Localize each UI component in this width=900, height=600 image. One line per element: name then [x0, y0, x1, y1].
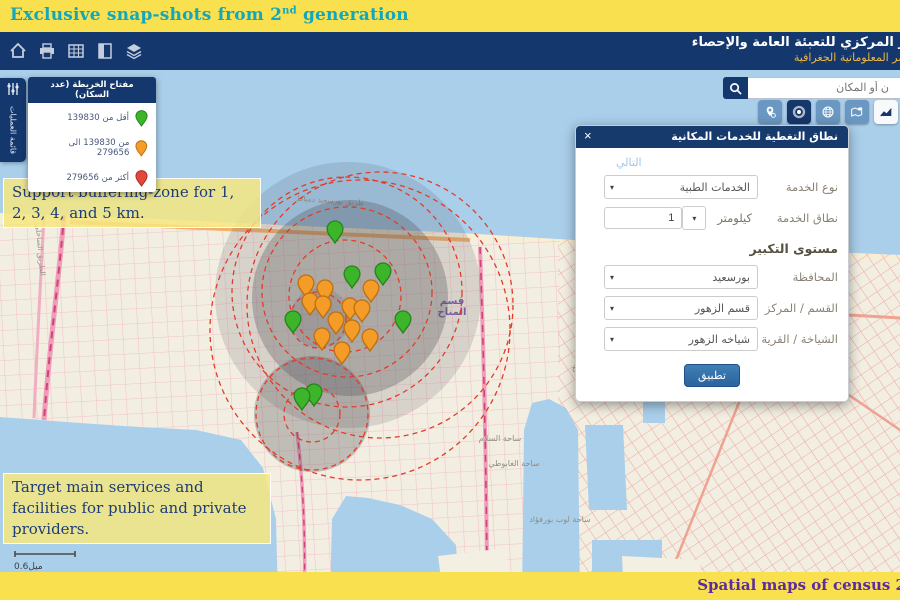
scale-line: [14, 550, 78, 558]
basemap-tool-button[interactable]: [845, 100, 869, 124]
chevron-down-icon: ▾: [692, 214, 696, 223]
zoom-section-title: مستوى التكبير: [586, 241, 838, 256]
target-annotation: Target main services and facilities for …: [3, 473, 271, 544]
service-range-label: نطاق الخدمة: [758, 211, 838, 225]
portal-name: بوابة مصر المعلوماتية الجغرافية: [692, 51, 900, 64]
home-icon[interactable]: [9, 42, 27, 60]
apply-button[interactable]: تطبيق: [684, 364, 740, 387]
svg-text:ساحة السلام: ساحة السلام: [479, 434, 522, 443]
legend-item-mid: من 139830 الى 279656: [28, 132, 156, 163]
footer-caption: Spatial maps of census 2: [697, 576, 900, 594]
service-type-label: نوع الخدمة: [758, 180, 838, 194]
map-legend: مفتاح الخريطة (عدد السكان) أقل من 139830…: [28, 77, 156, 192]
search-button[interactable]: [723, 77, 748, 99]
svg-text:ساحة لوب بورفؤاد: ساحة لوب بورفؤاد: [529, 515, 591, 524]
map-toolbar: [758, 100, 898, 124]
navbar: الجهاز المركزي للتعبئة العامة والإحصاء ب…: [0, 32, 900, 70]
side-tab-label: قائمة العمليات: [9, 102, 18, 158]
scale-bar: 0.6ميل: [14, 543, 78, 572]
district-row: القسم / المركز قسم الزهور ▾: [586, 296, 838, 320]
banner-title-sup: nd: [282, 5, 297, 16]
close-icon[interactable]: ×: [584, 128, 592, 144]
governorate-select[interactable]: بورسعيد ▾: [604, 265, 758, 289]
chevron-down-icon: ▾: [605, 304, 619, 313]
locator-icon: [762, 104, 778, 120]
scale-label: 0.6ميل: [14, 562, 78, 572]
range-value-input[interactable]: [604, 207, 682, 229]
dialog-body: التالي نوع الخدمة الخدمات الطبية ▾ نطاق …: [576, 148, 848, 401]
agency-titles: الجهاز المركزي للتعبئة العامة والإحصاء ب…: [692, 35, 900, 64]
locator-tool-button[interactable]: [758, 100, 782, 124]
governorate-label: المحافظة: [758, 270, 838, 284]
red-pin-icon: [135, 169, 148, 187]
print-icon[interactable]: [38, 42, 56, 60]
governorate-value: بورسعيد: [619, 271, 757, 284]
service-type-value: الخدمات الطبية: [619, 181, 757, 194]
next-link[interactable]: التالي: [586, 156, 838, 169]
table-icon[interactable]: [67, 42, 85, 60]
search-icon: [729, 82, 742, 95]
chart-tool-button[interactable]: [874, 100, 898, 124]
range-unit-select[interactable]: ▾: [682, 206, 706, 230]
dialog-title: نطاق التغطية للخدمات المكانية: [671, 130, 838, 143]
service-type-row: نوع الخدمة الخدمات الطبية ▾: [586, 175, 838, 199]
village-select[interactable]: شياخه الزهور ▾: [604, 327, 758, 351]
village-row: الشياخة / القرية شياخه الزهور ▾: [586, 327, 838, 351]
service-range-row: نطاق الخدمة كيلومتر ▾: [586, 206, 838, 230]
chevron-down-icon: ▾: [605, 273, 619, 282]
footer-strip: Spatial maps of census 2: [0, 572, 900, 600]
agency-name: الجهاز المركزي للتعبئة العامة والإحصاء: [692, 35, 900, 50]
legend-item-label: أقل من 139830: [67, 113, 129, 123]
chevron-down-icon: ▾: [605, 183, 619, 192]
district-value: قسم الزهور: [619, 302, 757, 315]
orange-pin-icon: [135, 139, 148, 157]
district-select[interactable]: قسم الزهور ▾: [604, 296, 758, 320]
range-unit-label: كيلومتر: [711, 211, 758, 225]
chart-icon: [878, 104, 894, 120]
search-input[interactable]: [748, 77, 900, 99]
green-pin-icon: [135, 109, 148, 127]
district-label: القسم / المركز: [758, 301, 838, 315]
route-map-icon: [849, 104, 865, 120]
service-type-select[interactable]: الخدمات الطبية ▾: [604, 175, 758, 199]
legend-item-low: أقل من 139830: [28, 103, 156, 132]
top-banner: Exclusive snap-shots from 2nd generation: [0, 0, 900, 32]
svg-text:ساحة الغابوطي: ساحة الغابوطي: [488, 459, 540, 468]
governorate-row: المحافظة بورسعيد ▾: [586, 265, 838, 289]
buffer-tool-button[interactable]: [787, 100, 811, 124]
globe-tool-button[interactable]: [816, 100, 840, 124]
village-label: الشياخة / القرية: [758, 332, 838, 346]
legend-item-label: أكثر من 279656: [66, 173, 129, 183]
banner-title: Exclusive snap-shots from 2nd generation: [0, 0, 900, 25]
legend-item-high: أكثر من 279656: [28, 163, 156, 192]
chevron-down-icon: ▾: [605, 335, 619, 344]
search-bar: [723, 77, 900, 99]
dialog-header: × نطاق التغطية للخدمات المكانية: [576, 126, 848, 148]
village-value: شياخه الزهور: [619, 333, 757, 346]
sliders-icon: [6, 82, 20, 96]
buffer-target-icon: [791, 104, 807, 120]
legend-item-label: من 139830 الى 279656: [36, 138, 129, 158]
layers-icon[interactable]: [125, 42, 143, 60]
legend-title: مفتاح الخريطة (عدد السكان): [28, 77, 156, 103]
coverage-dialog: × نطاق التغطية للخدمات المكانية التالي ن…: [575, 125, 849, 402]
nav-icons: [9, 42, 143, 60]
globe-icon: [820, 104, 836, 120]
operations-side-tab[interactable]: قائمة العمليات: [0, 78, 26, 162]
report-icon[interactable]: [96, 42, 114, 60]
